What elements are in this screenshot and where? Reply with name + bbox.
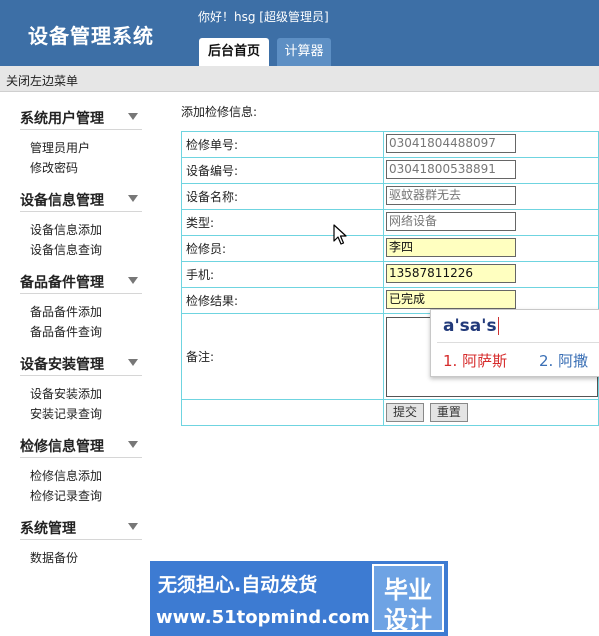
form-row: 手机: 13587811226 bbox=[181, 261, 599, 288]
sidebar-item-data-backup[interactable]: 数据备份 bbox=[30, 548, 142, 568]
type-input[interactable]: 网络设备 bbox=[386, 211, 516, 231]
watermark-banner: 无须担心.自动发货 www.51topmind.com 毕业 设计 bbox=[150, 561, 448, 636]
sidebar-section-system-users: 系统用户管理 管理员用户 修改密码 bbox=[20, 104, 142, 178]
sidebar-section-title: 检修信息管理 bbox=[20, 439, 104, 455]
app-title: 设备管理系统 bbox=[28, 24, 154, 48]
maintenance-form: 检修单号: 03041804488097 设备编号: 0304180053889… bbox=[181, 131, 599, 426]
ime-candidate-popup: a'sa's 1. 阿萨斯 2. 阿撒 bbox=[430, 309, 599, 377]
sidebar-item-spare-add[interactable]: 备品备件添加 bbox=[30, 302, 142, 322]
sidebar-section-header[interactable]: 系统管理 bbox=[20, 514, 142, 540]
field-label: 类型: bbox=[181, 209, 384, 236]
sidebar-section-header[interactable]: 检修信息管理 bbox=[20, 432, 142, 458]
field-label: 检修员: bbox=[181, 235, 384, 262]
chevron-down-icon[interactable] bbox=[128, 523, 138, 530]
field-label: 检修单号: bbox=[181, 131, 384, 158]
form-row: 提交 重置 bbox=[181, 399, 599, 426]
form-row: 检修员: 李四 bbox=[181, 235, 599, 262]
ime-composition: a'sa's bbox=[443, 316, 499, 336]
sidebar-item-change-password[interactable]: 修改密码 bbox=[30, 158, 142, 178]
result-input[interactable]: 已完成 bbox=[386, 289, 516, 309]
sidebar-section-title: 备品备件管理 bbox=[20, 275, 104, 291]
sidebar-section-header[interactable]: 备品备件管理 bbox=[20, 268, 142, 294]
sidebar-section-system: 系统管理 数据备份 bbox=[20, 514, 142, 568]
field-label: 检修结果: bbox=[181, 287, 384, 314]
banner-slogan: 无须担心.自动发货 bbox=[158, 574, 318, 596]
top-bar: 关闭左边菜单 bbox=[0, 66, 599, 92]
header: 设备管理系统 你好！hsg [超级管理员] 后台首页 计算器 bbox=[0, 0, 599, 66]
field-label: 手机: bbox=[181, 261, 384, 288]
sidebar-item-install-query[interactable]: 安装记录查询 bbox=[30, 404, 142, 424]
inspector-input[interactable]: 李四 bbox=[386, 237, 516, 257]
sidebar-section-title: 设备信息管理 bbox=[20, 193, 104, 209]
field-label: 设备编号: bbox=[181, 157, 384, 184]
device-name-input[interactable]: 驱蚊器群无去 bbox=[386, 185, 516, 205]
sidebar-item-admin-users[interactable]: 管理员用户 bbox=[30, 138, 142, 158]
field-label: 设备名称: bbox=[181, 183, 384, 210]
field-label: 备注: bbox=[181, 313, 384, 400]
sidebar-section-installation: 设备安装管理 设备安装添加 安装记录查询 bbox=[20, 350, 142, 424]
ime-candidate-2[interactable]: 2. 阿撒 bbox=[539, 350, 588, 371]
device-number-input[interactable]: 03041800538891 bbox=[386, 159, 516, 179]
mouse-cursor-icon bbox=[333, 224, 347, 249]
sidebar-item-install-add[interactable]: 设备安装添加 bbox=[30, 384, 142, 404]
sidebar-section-header[interactable]: 系统用户管理 bbox=[20, 104, 142, 130]
sidebar-item-maintenance-add[interactable]: 检修信息添加 bbox=[30, 466, 142, 486]
order-number-input[interactable]: 03041804488097 bbox=[386, 133, 516, 153]
form-row: 设备编号: 03041800538891 bbox=[181, 157, 599, 184]
sidebar-section-device-info: 设备信息管理 设备信息添加 设备信息查询 bbox=[20, 186, 142, 260]
sidebar-item-spare-query[interactable]: 备品备件查询 bbox=[30, 322, 142, 342]
reset-button[interactable]: 重置 bbox=[429, 403, 468, 422]
sidebar-section-header[interactable]: 设备安装管理 bbox=[20, 350, 142, 376]
banner-badge: 毕业 设计 bbox=[372, 564, 444, 634]
sidebar-item-device-query[interactable]: 设备信息查询 bbox=[30, 240, 142, 260]
form-row: 设备名称: 驱蚊器群无去 bbox=[181, 183, 599, 210]
chevron-down-icon[interactable] bbox=[128, 277, 138, 284]
ime-candidate-1[interactable]: 1. 阿萨斯 bbox=[443, 350, 507, 371]
submit-button[interactable]: 提交 bbox=[386, 403, 425, 422]
chevron-down-icon[interactable] bbox=[128, 113, 138, 120]
form-row: 类型: 网络设备 bbox=[181, 209, 599, 236]
tab-home[interactable]: 后台首页 bbox=[199, 38, 269, 66]
chevron-down-icon[interactable] bbox=[128, 359, 138, 366]
user-greeting: 你好！hsg [超级管理员] bbox=[198, 10, 329, 24]
sidebar-section-title: 设备安装管理 bbox=[20, 357, 104, 373]
chevron-down-icon[interactable] bbox=[128, 195, 138, 202]
sidebar: 系统用户管理 管理员用户 修改密码 设备信息管理 设备信息添加 设备信息查询 备… bbox=[0, 92, 160, 565]
form-row: 检修单号: 03041804488097 bbox=[181, 131, 599, 158]
sidebar-section-spare-parts: 备品备件管理 备品备件添加 备品备件查询 bbox=[20, 268, 142, 342]
chevron-down-icon[interactable] bbox=[128, 441, 138, 448]
sidebar-section-maintenance: 检修信息管理 检修信息添加 检修记录查询 bbox=[20, 432, 142, 506]
form-title: 添加检修信息: bbox=[181, 105, 258, 119]
app-root: 设备管理系统 你好！hsg [超级管理员] 后台首页 计算器 关闭左边菜单 系统… bbox=[0, 0, 599, 636]
sidebar-section-header[interactable]: 设备信息管理 bbox=[20, 186, 142, 212]
sidebar-item-maintenance-query[interactable]: 检修记录查询 bbox=[30, 486, 142, 506]
sidebar-item-device-add[interactable]: 设备信息添加 bbox=[30, 220, 142, 240]
sidebar-section-title: 系统管理 bbox=[20, 521, 76, 537]
phone-input[interactable]: 13587811226 bbox=[386, 263, 516, 283]
sidebar-section-title: 系统用户管理 bbox=[20, 111, 104, 127]
toggle-left-menu-link[interactable]: 关闭左边菜单 bbox=[6, 72, 78, 89]
tab-calculator[interactable]: 计算器 bbox=[277, 38, 331, 66]
banner-url: www.51topmind.com bbox=[156, 607, 370, 628]
